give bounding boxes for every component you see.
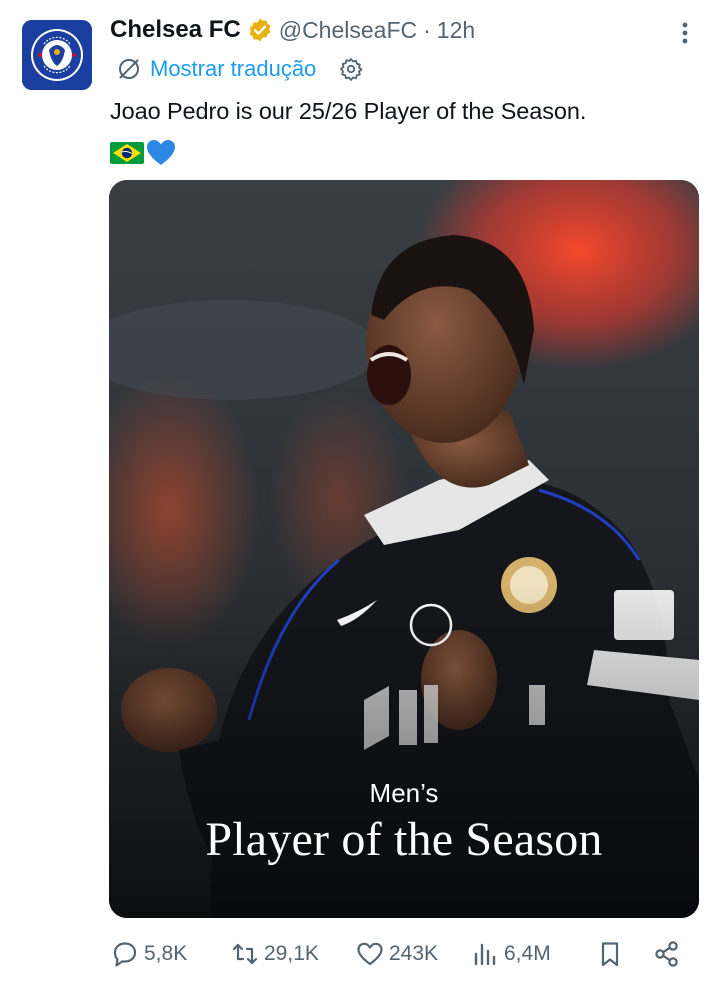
author-handle[interactable]: @ChelseaFC: [279, 17, 417, 44]
separator-dot: ·: [423, 16, 431, 43]
like-count: 243K: [389, 942, 439, 965]
bookmark-button[interactable]: [595, 934, 625, 974]
bookmark-icon: [601, 942, 619, 967]
reply-count: 5,8K: [144, 942, 188, 965]
heart-icon: [357, 942, 383, 966]
avatar[interactable]: [22, 20, 92, 90]
share-button[interactable]: [652, 934, 682, 974]
reply-icon: [113, 942, 137, 967]
timestamp[interactable]: 12h: [437, 17, 475, 44]
repost-count: 29,1K: [264, 942, 319, 965]
image-caption-title: Player of the Season: [205, 813, 603, 866]
emoji-row: [110, 138, 176, 168]
share-icon: [655, 941, 678, 967]
views-button[interactable]: 6,4M: [470, 934, 551, 974]
more-options-icon[interactable]: [674, 18, 696, 48]
author-name[interactable]: Chelsea FC: [110, 16, 241, 44]
gear-icon[interactable]: [338, 56, 364, 82]
repost-button[interactable]: 29,1K: [230, 934, 319, 974]
action-bar: 5,8K 29,1K 243K 6,4M: [110, 934, 690, 974]
tweet-text: Joao Pedro is our 25/26 Player of the Se…: [110, 98, 587, 124]
views-chart-icon: [474, 943, 496, 966]
repost-icon: [232, 943, 258, 965]
tweet-header: Chelsea FC @ChelseaFC · 12h: [110, 12, 475, 48]
translate-icon: [119, 59, 139, 79]
chelsea-crest-icon: [22, 20, 92, 90]
like-button[interactable]: 243K: [355, 934, 438, 974]
flag-brazil-icon: [110, 142, 144, 164]
image-caption-small: Men’s: [369, 778, 439, 808]
view-count: 6,4M: [504, 942, 551, 965]
blue-heart-icon: [147, 140, 175, 165]
reply-button[interactable]: 5,8K: [110, 934, 187, 974]
translate-row: Mostrar tradução: [116, 53, 364, 85]
verified-badge-icon[interactable]: [247, 17, 273, 43]
tweet: Chelsea FC @ChelseaFC · 12h Mostrar trad…: [0, 0, 720, 990]
show-translation-link[interactable]: Mostrar tradução: [150, 56, 316, 82]
tweet-image[interactable]: Men’s Player of the Season: [109, 180, 699, 918]
